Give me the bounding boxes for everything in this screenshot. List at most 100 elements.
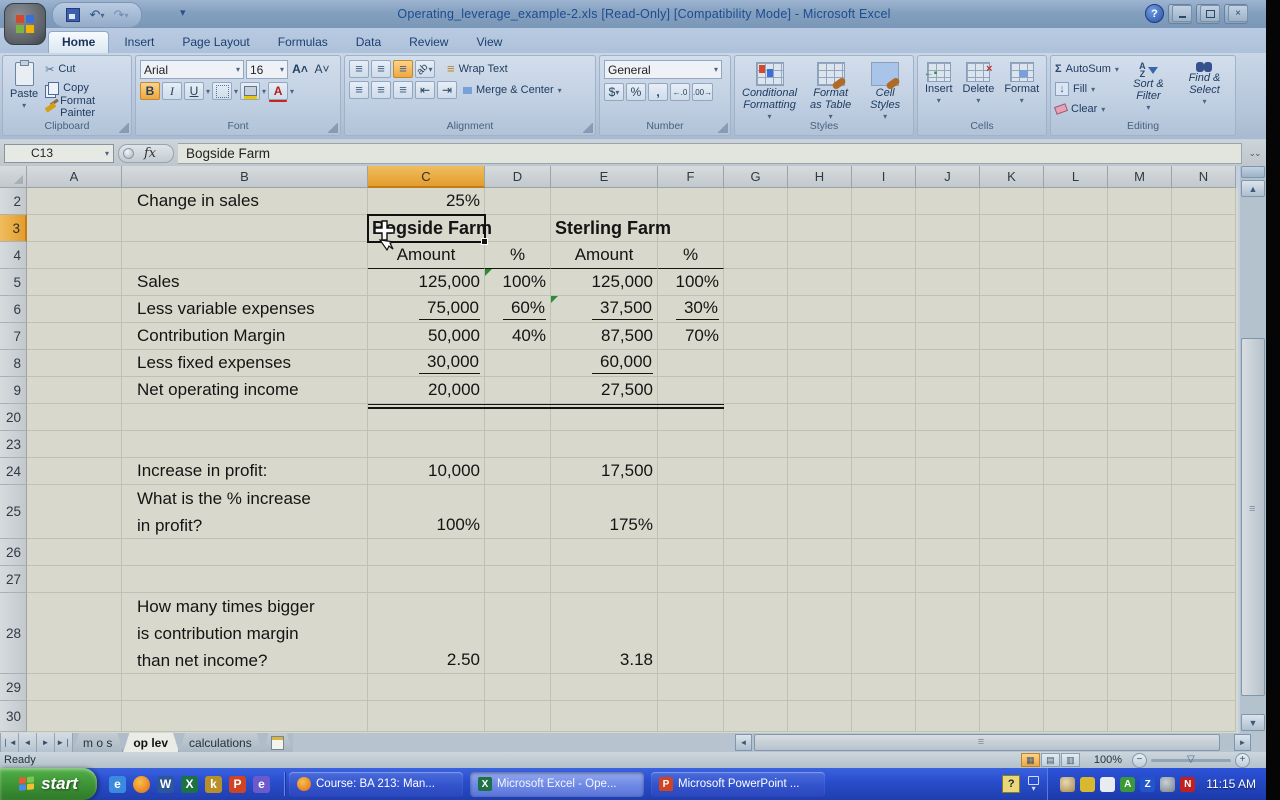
cell[interactable]: [724, 404, 788, 431]
cell[interactable]: [1108, 404, 1172, 431]
row-header-30[interactable]: 30: [0, 701, 27, 732]
cell[interactable]: %: [658, 242, 724, 269]
cell[interactable]: [551, 674, 658, 701]
cell[interactable]: [1108, 296, 1172, 323]
cell[interactable]: [1044, 566, 1108, 593]
column-header-J[interactable]: J: [916, 166, 980, 188]
cell[interactable]: [27, 188, 122, 215]
cell[interactable]: [916, 458, 980, 485]
cell[interactable]: [1044, 593, 1108, 674]
ie-icon[interactable]: e: [109, 776, 126, 793]
cell[interactable]: [916, 431, 980, 458]
cell[interactable]: [852, 593, 916, 674]
cell[interactable]: [788, 701, 852, 732]
cell[interactable]: [1108, 377, 1172, 404]
cell[interactable]: [1108, 242, 1172, 269]
cell[interactable]: [724, 323, 788, 350]
scroll-left-button[interactable]: ◄: [735, 734, 752, 751]
cell[interactable]: [1172, 296, 1236, 323]
workbook-restore-button[interactable]: [1200, 5, 1220, 22]
cell[interactable]: [1044, 539, 1108, 566]
vertical-split-handle[interactable]: [1241, 166, 1265, 178]
cell[interactable]: [1108, 674, 1172, 701]
formula-bar-content[interactable]: Bogside Farm: [178, 143, 1242, 164]
cell[interactable]: Sales: [122, 269, 368, 296]
cell[interactable]: [788, 188, 852, 215]
cell[interactable]: Increase in profit:: [122, 458, 368, 485]
column-header-L[interactable]: L: [1044, 166, 1108, 188]
row-header-9[interactable]: 9: [0, 377, 27, 404]
cell[interactable]: [724, 431, 788, 458]
insert-worksheet-tab[interactable]: [263, 733, 293, 752]
cut-button[interactable]: ✂Cut: [45, 60, 127, 78]
language-badge-icon[interactable]: ?: [1002, 775, 1020, 793]
cell[interactable]: [27, 539, 122, 566]
cell[interactable]: [658, 377, 724, 404]
cell[interactable]: [1108, 269, 1172, 296]
cell[interactable]: [27, 377, 122, 404]
shrink-font-button[interactable]: A˅: [312, 60, 332, 78]
cell[interactable]: Contribution Margin: [122, 323, 368, 350]
cell[interactable]: [1108, 323, 1172, 350]
tray-icon-6[interactable]: [1160, 777, 1175, 792]
cell[interactable]: [788, 485, 852, 539]
cell[interactable]: 87,500: [551, 323, 658, 350]
cell[interactable]: 60%: [485, 296, 551, 323]
cell[interactable]: [551, 701, 658, 732]
cell[interactable]: Net operating income: [122, 377, 368, 404]
tab-page-layout[interactable]: Page Layout: [169, 32, 262, 53]
row-header-23[interactable]: 23: [0, 431, 27, 458]
cell[interactable]: [1044, 242, 1108, 269]
tab-insert[interactable]: Insert: [111, 32, 167, 53]
increase-decimal-button[interactable]: ←.0: [670, 83, 690, 101]
delete-cells-button[interactable]: × Delete▾: [960, 60, 998, 109]
cell[interactable]: [788, 458, 852, 485]
cell[interactable]: [916, 323, 980, 350]
cell[interactable]: [852, 674, 916, 701]
cell[interactable]: 70%: [658, 323, 724, 350]
clear-button[interactable]: Clear▾: [1055, 100, 1119, 118]
taskbar-button-powerpoint[interactable]: PMicrosoft PowerPoint ...: [651, 772, 825, 797]
normal-view-button[interactable]: ▦: [1021, 753, 1040, 767]
cell[interactable]: [27, 269, 122, 296]
office-button[interactable]: [4, 3, 46, 45]
cell[interactable]: [852, 188, 916, 215]
cell[interactable]: [1108, 431, 1172, 458]
alignment-dialog-launcher[interactable]: [583, 123, 593, 133]
cell[interactable]: [1044, 404, 1108, 431]
cell[interactable]: [122, 404, 368, 431]
cell[interactable]: [27, 566, 122, 593]
horizontal-scroll-thumb[interactable]: [754, 734, 1220, 751]
bold-button[interactable]: B: [140, 82, 160, 100]
cell[interactable]: Amount: [551, 242, 658, 269]
save-button[interactable]: [63, 6, 83, 24]
align-left-button[interactable]: ≡: [349, 81, 369, 99]
cell[interactable]: [1172, 323, 1236, 350]
row-header-26[interactable]: 26: [0, 539, 27, 566]
cell[interactable]: [852, 215, 916, 242]
cell[interactable]: [1108, 539, 1172, 566]
cell[interactable]: [658, 566, 724, 593]
firefox-icon[interactable]: [133, 776, 150, 793]
format-cells-button[interactable]: Format▾: [1001, 60, 1042, 109]
cell[interactable]: 100%: [368, 485, 485, 539]
cell[interactable]: [658, 188, 724, 215]
cell[interactable]: [916, 350, 980, 377]
column-header-K[interactable]: K: [980, 166, 1044, 188]
cell[interactable]: [980, 296, 1044, 323]
cell[interactable]: [980, 485, 1044, 539]
powerpoint-icon[interactable]: P: [229, 776, 246, 793]
cell[interactable]: 100%: [485, 269, 551, 296]
cell[interactable]: [852, 377, 916, 404]
cell[interactable]: [724, 188, 788, 215]
cell[interactable]: [916, 566, 980, 593]
cell[interactable]: [852, 242, 916, 269]
cell[interactable]: [788, 323, 852, 350]
cell-styles-button[interactable]: Cell Styles▾: [861, 60, 909, 125]
cell[interactable]: [1044, 431, 1108, 458]
cell[interactable]: [658, 350, 724, 377]
cell[interactable]: [724, 485, 788, 539]
cell[interactable]: [1172, 566, 1236, 593]
cell[interactable]: [551, 188, 658, 215]
cell[interactable]: 2.50: [368, 593, 485, 674]
